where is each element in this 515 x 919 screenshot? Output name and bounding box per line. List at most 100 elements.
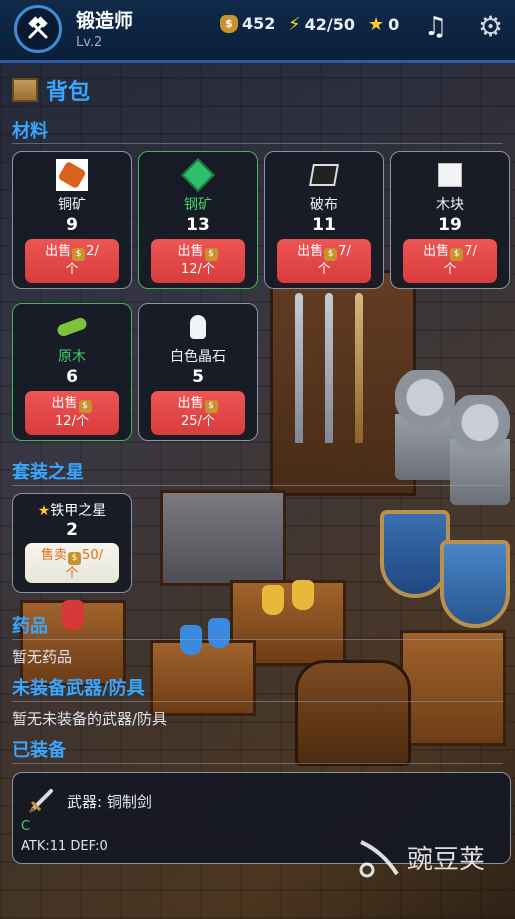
- sword-decoration: [295, 293, 303, 443]
- crossed-hammers-icon: [28, 16, 48, 39]
- sell-button[interactable]: 售卖 $50/ 个: [25, 543, 119, 583]
- sell-unit: 12/个: [55, 414, 89, 429]
- weapon-rack-decoration: [270, 270, 416, 496]
- material-qty: 19: [438, 215, 462, 235]
- material-name: 破布: [310, 197, 338, 213]
- sell-label: 出售: [423, 244, 450, 259]
- armor-decoration: [450, 395, 510, 505]
- material-name: 白色晶石: [170, 349, 226, 365]
- shield-decoration: [380, 510, 450, 598]
- sell-button[interactable]: 出售 $ 12/个: [151, 239, 245, 283]
- sell-price: 50/: [82, 548, 103, 563]
- sword-decoration: [325, 293, 333, 443]
- sell-unit: 个: [443, 262, 457, 277]
- unequipped-heading: 未装备武器/防具: [12, 678, 145, 699]
- sell-button[interactable]: 出售 $ 25/个: [151, 391, 245, 435]
- sell-label: 出售: [177, 244, 204, 259]
- star-icon: ★: [37, 503, 51, 519]
- star-value: 0: [388, 15, 400, 34]
- materials-heading: 材料: [12, 121, 48, 142]
- star-icon: ★: [368, 14, 385, 35]
- equipped-heading: 已装备: [12, 740, 66, 761]
- energy-value: 42/50: [304, 15, 356, 34]
- crystal-icon: [181, 310, 215, 344]
- sell-label: 出售: [45, 244, 72, 259]
- gear-icon: ⚙: [478, 10, 504, 43]
- money-bag-icon: $: [78, 400, 92, 413]
- potion-bottle-decoration: [62, 600, 84, 630]
- top-bar: 锻造师 Lv.2 $ 452 ⚡ 42/50 ★ 0 ♫ ⚙: [0, 0, 515, 63]
- divider: [12, 763, 503, 764]
- sell-price: 7/: [338, 244, 351, 259]
- settings-button[interactable]: ⚙: [478, 10, 503, 43]
- star-counter: ★ 0: [368, 14, 399, 35]
- music-button[interactable]: ♫: [424, 12, 447, 42]
- wood-block-icon: [433, 158, 467, 192]
- sell-unit: 25/个: [181, 414, 215, 429]
- bean-logo-icon: [359, 840, 399, 878]
- sell-unit: 个: [65, 262, 79, 277]
- material-qty: 5: [192, 367, 204, 387]
- log-icon: [55, 310, 89, 344]
- set-star-card-iron[interactable]: ★铁甲之星 2 售卖 $50/ 个: [12, 493, 132, 593]
- box-icon: [12, 78, 38, 102]
- money-bag-icon: $: [204, 248, 218, 261]
- spear-decoration: [355, 293, 363, 443]
- material-card-wood-block[interactable]: 木块 19 出售 $7/ 个: [390, 151, 510, 289]
- cloth-icon: [307, 158, 341, 192]
- sell-unit: 12/个: [181, 262, 215, 277]
- sell-label: 出售: [297, 244, 324, 259]
- sell-label: 出售: [51, 396, 78, 411]
- player-level: Lv.2: [76, 35, 103, 50]
- material-card-steel-ore[interactable]: 钢矿 13 出售 $ 12/个: [138, 151, 258, 289]
- potion-bottle-decoration: [180, 625, 202, 655]
- watermark: 豌豆荚: [353, 832, 485, 882]
- unequipped-empty-text: 暂无未装备的武器/防具: [12, 710, 168, 728]
- set-star-name: 铁甲之星: [50, 503, 107, 519]
- divider: [12, 701, 503, 702]
- equipped-weapon-label: 武器: 铜制剑: [67, 793, 152, 811]
- player-title: 锻造师: [76, 10, 134, 32]
- energy-counter: ⚡ 42/50: [288, 14, 355, 35]
- set-star-qty: 2: [66, 520, 78, 540]
- money-bag-icon: $: [204, 400, 218, 413]
- sell-button[interactable]: 出售 $7/ 个: [403, 239, 497, 283]
- coin-counter: $ 452: [220, 14, 275, 33]
- sell-unit: 个: [65, 566, 79, 581]
- set-stars-heading: 套装之星: [12, 462, 84, 483]
- divider: [12, 485, 503, 486]
- material-qty: 13: [186, 215, 210, 235]
- crate-decoration: [400, 630, 506, 746]
- bag-title: 背包: [12, 74, 90, 106]
- divider: [12, 639, 503, 640]
- sell-button[interactable]: 出售 $7/ 个: [277, 239, 371, 283]
- money-bag-icon: $: [450, 248, 464, 261]
- chest-decoration: [295, 660, 411, 766]
- material-qty: 6: [66, 367, 78, 387]
- equipped-weapon-stats: ATK:11 DEF:0: [21, 839, 108, 854]
- set-star-title: ★铁甲之星: [38, 500, 107, 520]
- sell-label: 售卖: [41, 548, 68, 563]
- money-bag-icon: $: [220, 14, 238, 33]
- money-bag-icon: $: [324, 248, 338, 261]
- music-note-icon: ♫: [424, 12, 448, 42]
- material-name: 铜矿: [58, 197, 86, 213]
- money-bag-icon: $: [68, 552, 82, 565]
- crate-decoration: [230, 580, 346, 666]
- coin-value: 452: [242, 14, 276, 33]
- green-gem-icon: [181, 158, 215, 192]
- material-card-white-crystal[interactable]: 白色晶石 5 出售 $ 25/个: [138, 303, 258, 441]
- avatar[interactable]: [14, 5, 62, 53]
- divider: [12, 143, 503, 144]
- material-name: 原木: [58, 349, 86, 365]
- sell-price: 7/: [464, 244, 477, 259]
- material-card-log[interactable]: 原木 6 出售 $ 12/个: [12, 303, 132, 441]
- material-card-copper[interactable]: 铜矿 9 出售 $2/ 个: [12, 151, 132, 289]
- sell-button[interactable]: 出售 $ 12/个: [25, 391, 119, 435]
- sell-button[interactable]: 出售 $2/ 个: [25, 239, 119, 283]
- potions-empty-text: 暂无药品: [12, 648, 73, 666]
- potions-heading: 药品: [12, 616, 48, 637]
- material-card-rag[interactable]: 破布 11 出售 $7/ 个: [264, 151, 384, 289]
- crate-decoration: [150, 640, 256, 716]
- sell-price: 2/: [86, 244, 99, 259]
